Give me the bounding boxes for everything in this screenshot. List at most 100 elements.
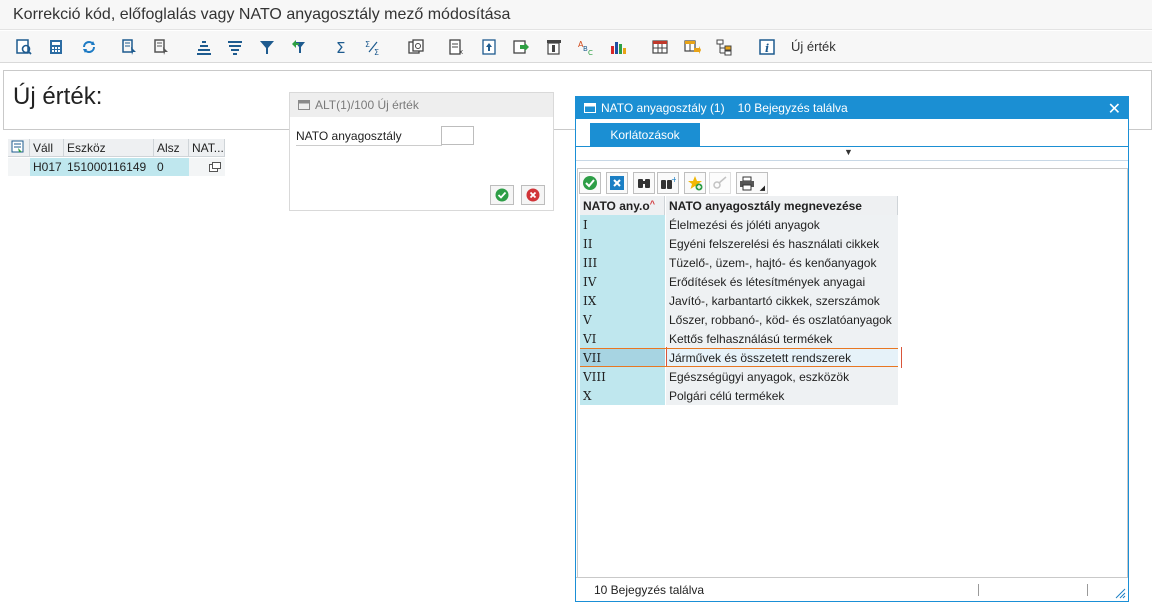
cancel-button[interactable] [521, 185, 545, 205]
print-menu-button[interactable]: ◢ [736, 172, 768, 194]
add-favorite-button[interactable] [684, 172, 706, 194]
cell-nato-name[interactable]: Erődítések és létesítmények anyagai [666, 272, 898, 291]
row-selector[interactable] [8, 158, 30, 176]
cell-alsz[interactable]: 0 [154, 158, 189, 176]
restrictions-collapse-bar[interactable]: ▼ [576, 147, 1128, 161]
confirm-button[interactable] [490, 185, 514, 205]
print-preview-icon[interactable] [405, 36, 427, 58]
cancel-selection-button[interactable] [606, 172, 628, 194]
nato-dialog-title: NATO anyagosztály (1) [601, 101, 725, 115]
column-header-nato[interactable]: NAT... [189, 139, 225, 157]
favorite-add-icon [688, 176, 703, 191]
nato-dialog-titlebar[interactable]: NATO anyagosztály (1) 10 Bejegyzés talál… [576, 97, 1128, 119]
sum-icon[interactable]: Σ [330, 36, 352, 58]
hierarchy-icon[interactable] [713, 36, 735, 58]
table-row[interactable]: IX Javító-, karbantartó cikkek, szerszámo… [580, 291, 898, 310]
cell-nato-name[interactable]: Polgári célú termékek [666, 386, 898, 405]
document-icon[interactable] [478, 36, 500, 58]
info-icon[interactable]: i [756, 36, 778, 58]
cell-vall[interactable]: H017 [30, 158, 64, 176]
deselect-icon[interactable] [150, 36, 172, 58]
cell-eszkoz[interactable]: 151000116149 [64, 158, 154, 176]
details-icon[interactable] [13, 36, 35, 58]
cell-nato-code[interactable]: III [580, 253, 665, 272]
tab-restrictions[interactable]: Korlátozások [590, 123, 700, 147]
status-separator [1087, 584, 1088, 596]
nato-class-label: NATO anyagosztály [296, 129, 442, 146]
grid-export-icon[interactable] [681, 36, 703, 58]
table-row[interactable]: VI Kettős felhasználású termékek [580, 329, 898, 348]
printer-icon [740, 176, 754, 191]
dialog-titlebar[interactable]: ALT(1)/100 Új érték [290, 93, 553, 117]
table-row[interactable]: X Polgári célú termékek [580, 386, 898, 405]
svg-text:C: C [588, 49, 593, 56]
cell-nato-name[interactable]: Javító-, karbantartó cikkek, szerszámok [666, 291, 898, 310]
filter-remove-icon[interactable] [288, 36, 310, 58]
cell-nato-name[interactable]: Járművek és összetett rendszerek [666, 348, 898, 367]
cell-nato[interactable] [189, 158, 225, 176]
table-row[interactable]: II Egyéni felszerelési és használati cikk… [580, 234, 898, 253]
cell-nato-name[interactable]: Tüzelő-, üzem-, hajtó- és kenőanyagok [666, 253, 898, 272]
chevron-down-icon[interactable]: ▼ [844, 147, 853, 157]
abc-icon[interactable]: ABC [575, 36, 597, 58]
cell-nato-code[interactable]: II [580, 234, 665, 253]
cell-nato-code[interactable]: VI [580, 329, 665, 348]
binoculars-icon [638, 179, 650, 188]
application-toolbar: Σ ΣΣ x ABC i Új érték [0, 31, 1152, 63]
cell-nato-code[interactable]: IX [580, 291, 665, 310]
sort-ascending-icon[interactable] [193, 36, 215, 58]
cell-nato-name[interactable]: Kettős felhasználású termékek [666, 329, 898, 348]
new-value-button[interactable]: Új érték [791, 39, 836, 54]
resize-grip-icon[interactable] [1114, 587, 1126, 599]
cell-nato-code[interactable]: IV [580, 272, 665, 291]
table-row[interactable]: III Tüzelő-, üzem-, hajtó- és kenőanyagok [580, 253, 898, 272]
chart-icon[interactable] [607, 36, 629, 58]
sort-descending-icon[interactable] [224, 36, 246, 58]
table-row[interactable]: VII Járművek és összetett rendszerek [580, 347, 902, 368]
table-row[interactable]: V Lőszer, robbanó-, köd- és oszlatóanyago… [580, 310, 898, 329]
column-header-name[interactable]: NATO anyagosztály megnevezése [666, 196, 898, 215]
find-button[interactable] [633, 172, 655, 194]
dialog-window-icon [298, 100, 310, 110]
column-header-alsz[interactable]: Alsz [154, 139, 189, 157]
status-separator [978, 584, 979, 596]
cell-nato-code[interactable]: VIII [580, 367, 665, 386]
nato-class-input[interactable] [441, 126, 474, 145]
window-titlebar: Korrekció kód, előfoglalás vagy NATO any… [0, 0, 1152, 30]
dialog-window-icon [584, 103, 596, 113]
export-icon[interactable]: x [446, 36, 468, 58]
transfer-icon[interactable] [510, 36, 532, 58]
calculator-icon[interactable] [45, 36, 67, 58]
svg-text:i: i [765, 42, 769, 55]
select-icon[interactable] [118, 36, 140, 58]
table-row[interactable]: I Élelmezési és jóléti anyagok [580, 215, 898, 234]
column-header-vall[interactable]: Váll [30, 139, 64, 157]
column-header-code[interactable]: NATO any.o^ [580, 196, 665, 215]
cell-nato-name[interactable]: Élelmezési és jóléti anyagok [666, 215, 898, 234]
search-help-button[interactable] [709, 172, 731, 194]
cell-nato-name[interactable]: Egészségügyi anyagok, eszközök [666, 367, 898, 386]
svg-text:Σ: Σ [374, 48, 379, 56]
selection-border-top [580, 348, 898, 349]
svg-text:+: + [671, 175, 676, 184]
svg-text:Σ: Σ [365, 40, 370, 49]
cell-nato-name[interactable]: Egyéni felszerelési és használati cikkek [666, 234, 898, 253]
cell-nato-code[interactable]: VII [580, 348, 665, 367]
table-row[interactable]: IV Erődítések és létesítmények anyagai [580, 272, 898, 291]
cell-nato-code[interactable]: X [580, 386, 665, 405]
cell-nato-code[interactable]: V [580, 310, 665, 329]
refresh-icon[interactable] [78, 36, 100, 58]
close-icon[interactable]: ✕ [1108, 99, 1121, 119]
cell-nato-code[interactable]: I [580, 215, 665, 234]
subtotal-icon[interactable]: ΣΣ [362, 36, 384, 58]
cell-nato-name[interactable]: Lőszer, robbanó-, köd- és oszlatóanyagok [666, 310, 898, 329]
layout-icon[interactable] [543, 36, 565, 58]
table-row[interactable]: VIII Egészségügyi anyagok, eszközök [580, 367, 898, 386]
filter-icon[interactable] [256, 36, 278, 58]
grid-icon[interactable] [649, 36, 671, 58]
confirm-selection-button[interactable] [579, 172, 601, 194]
column-header-eszkoz[interactable]: Eszköz [64, 139, 154, 157]
find-next-button[interactable]: + [657, 172, 679, 194]
layout-select-icon[interactable] [8, 139, 30, 157]
value-help-icon [209, 162, 221, 172]
